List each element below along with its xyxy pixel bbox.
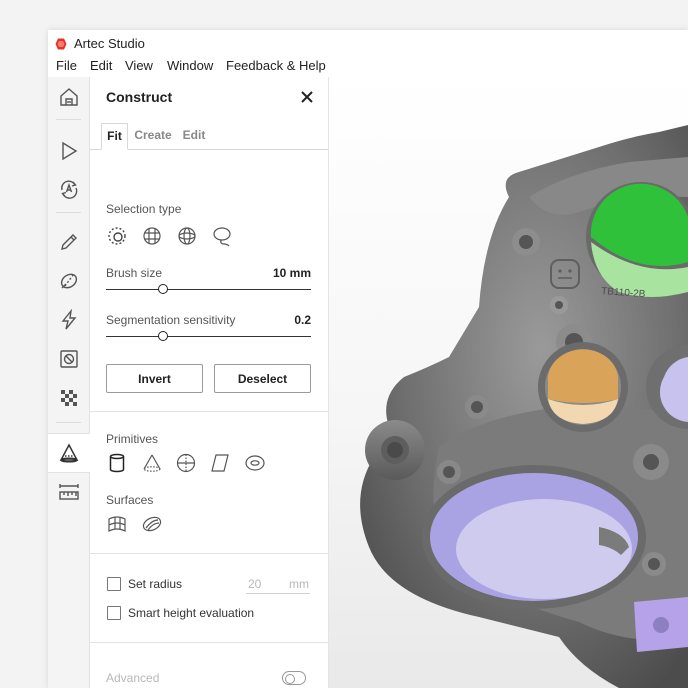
home-button[interactable] — [48, 79, 89, 115]
measure-icon — [58, 484, 79, 500]
eraser-button[interactable] — [48, 263, 89, 299]
grid-select-icon — [143, 227, 161, 245]
toolbar-separator — [56, 212, 81, 213]
section-divider — [90, 642, 328, 643]
tab-edit[interactable]: Edit — [182, 123, 206, 148]
brush-select-icon — [108, 227, 126, 245]
fix-holes-button[interactable] — [48, 341, 89, 377]
3d-viewport[interactable]: TB110-2B — [329, 77, 688, 688]
revolve-surface-button[interactable] — [141, 513, 163, 535]
eraser-icon — [60, 273, 77, 289]
menu-view[interactable]: View — [125, 58, 153, 73]
measure-button[interactable] — [48, 474, 89, 510]
brush-size-label: Brush size — [106, 266, 163, 280]
menu-edit[interactable]: Edit — [90, 58, 112, 73]
autopilot-icon — [60, 180, 77, 199]
toolbar-separator — [56, 422, 81, 423]
menu-file[interactable]: File — [56, 58, 77, 73]
panel-title: Construct — [106, 89, 173, 105]
toggle-knob — [285, 674, 295, 684]
sphere-select-icon — [178, 227, 196, 245]
toolbar-separator — [56, 119, 81, 120]
segmentation-value: 0.2 — [294, 313, 311, 327]
construct-button[interactable] — [48, 433, 90, 473]
section-divider — [90, 553, 328, 554]
cylinder-icon — [109, 453, 125, 473]
lightning-icon — [61, 309, 76, 330]
selection-type-label: Selection type — [106, 202, 182, 216]
torus-icon — [245, 455, 265, 471]
lasso-select-icon — [213, 227, 231, 247]
freeform-surface-icon — [108, 516, 126, 532]
section-divider — [90, 411, 328, 412]
edit-tool-button[interactable] — [48, 224, 89, 260]
tab-fit[interactable]: Fit — [101, 123, 128, 150]
revolve-surface-icon — [142, 516, 162, 532]
freeform-surface-button[interactable] — [106, 513, 128, 535]
close-icon[interactable] — [298, 88, 316, 106]
title-bar: Artec Studio — [48, 30, 688, 56]
tools-button[interactable] — [48, 302, 89, 338]
pencil-icon — [60, 234, 77, 250]
plane-icon — [211, 454, 229, 472]
lasso-select-button[interactable] — [212, 225, 234, 247]
autopilot-button[interactable] — [48, 171, 89, 207]
cone-icon — [143, 454, 161, 472]
texture-icon — [60, 390, 77, 406]
panel-tabs: Fit Create Edit — [90, 123, 328, 150]
radius-field[interactable]: 20 mm — [246, 577, 310, 594]
app-window: Artec Studio File Edit View Window Feedb… — [48, 30, 688, 688]
set-radius-label: Set radius — [128, 577, 183, 591]
advanced-toggle[interactable] — [282, 671, 306, 685]
menu-feedback-help[interactable]: Feedback & Help — [226, 58, 326, 73]
scan-button[interactable] — [48, 133, 89, 169]
construct-icon — [59, 443, 79, 463]
app-title: Artec Studio — [74, 36, 145, 51]
segmentation-slider-thumb[interactable] — [157, 331, 168, 341]
deselect-button[interactable]: Deselect — [214, 364, 311, 393]
brush-size-value: 10 mm — [272, 266, 311, 280]
segmentation-slider-track[interactable] — [106, 336, 311, 337]
fix-holes-icon — [59, 350, 78, 368]
torus-button[interactable] — [244, 452, 266, 474]
scan-model[interactable]: TB110-2B — [329, 77, 688, 688]
tab-create[interactable]: Create — [134, 123, 172, 148]
segmentation-label: Segmentation sensitivity — [106, 313, 236, 327]
invert-button[interactable]: Invert — [106, 364, 203, 393]
sphere-icon — [176, 453, 196, 473]
plane-button[interactable] — [209, 452, 231, 474]
home-icon — [59, 88, 78, 106]
play-icon — [61, 141, 77, 161]
sphere-select-button[interactable] — [176, 225, 198, 247]
smart-height-checkbox[interactable] — [107, 606, 121, 620]
construct-panel: Construct Fit Create Edit Selection type — [90, 77, 329, 688]
advanced-label: Advanced — [106, 671, 160, 685]
artec-logo-icon — [55, 38, 67, 50]
brush-size-slider-thumb[interactable] — [157, 284, 168, 294]
brush-size-slider-track[interactable] — [106, 289, 311, 290]
radius-unit: mm — [289, 577, 309, 591]
primitives-label: Primitives — [106, 432, 159, 446]
set-radius-checkbox[interactable] — [107, 577, 121, 591]
menu-bar: File Edit View Window Feedback & Help — [48, 56, 688, 77]
surfaces-label: Surfaces — [106, 493, 154, 507]
smart-height-label: Smart height evaluation — [128, 606, 255, 620]
left-toolbar — [48, 77, 90, 688]
cone-button[interactable] — [141, 452, 163, 474]
brush-select-button[interactable] — [106, 225, 128, 247]
radius-value: 20 — [248, 577, 262, 591]
sphere-button[interactable] — [175, 452, 197, 474]
cylinder-button[interactable] — [106, 452, 128, 474]
menu-window[interactable]: Window — [167, 58, 213, 73]
texture-button[interactable] — [48, 380, 89, 416]
grid-select-button[interactable] — [141, 225, 163, 247]
